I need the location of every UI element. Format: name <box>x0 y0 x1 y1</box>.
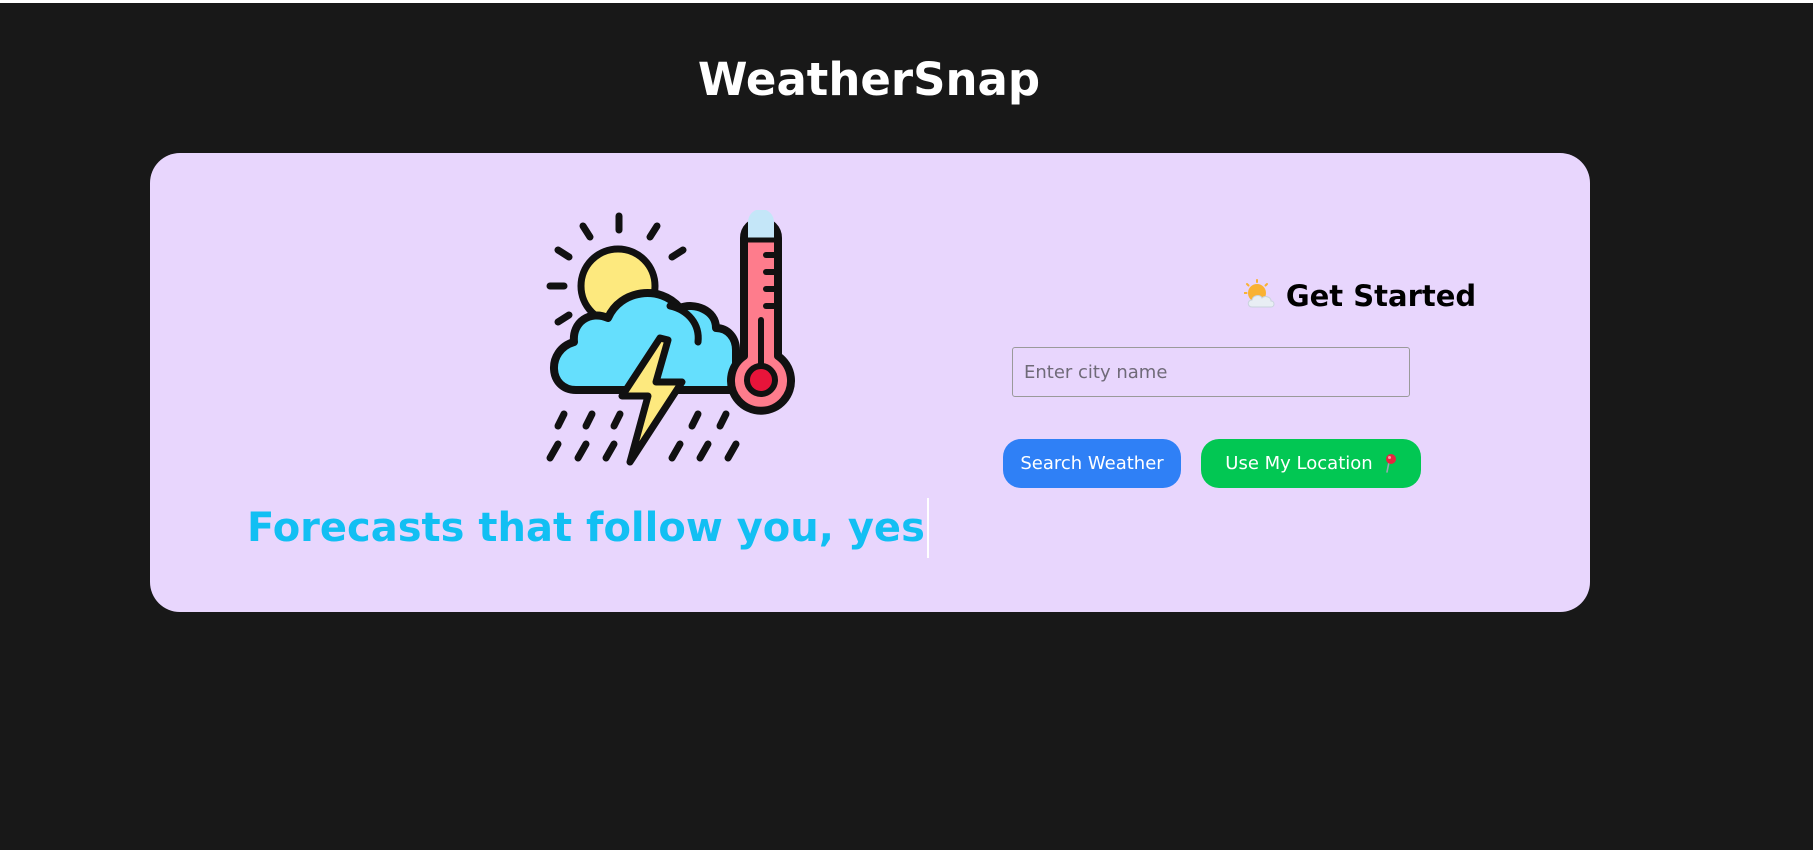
get-started-heading: Get Started <box>1110 276 1610 316</box>
app-title: WeatherSnap <box>697 53 1041 106</box>
typing-caret <box>926 498 929 558</box>
get-started-label: Get Started <box>1285 279 1477 313</box>
top-border <box>0 0 1813 3</box>
tagline-text: Forecasts that follow you, yes <box>247 505 925 551</box>
sun-behind-cloud-icon <box>1243 279 1275 308</box>
city-search-input[interactable] <box>1012 347 1410 397</box>
weather-storm-thermometer-icon <box>546 210 795 466</box>
use-my-location-button[interactable]: Use My Location <box>1201 439 1421 488</box>
search-weather-button[interactable]: Search Weather <box>1003 439 1181 488</box>
use-my-location-label: Use My Location <box>1225 453 1373 474</box>
search-weather-label: Search Weather <box>1020 453 1164 474</box>
hero-card: Forecasts that follow you, yes Get Start… <box>150 153 1590 612</box>
tagline: Forecasts that follow you, yes <box>247 498 929 558</box>
round-pushpin-icon <box>1385 454 1396 473</box>
